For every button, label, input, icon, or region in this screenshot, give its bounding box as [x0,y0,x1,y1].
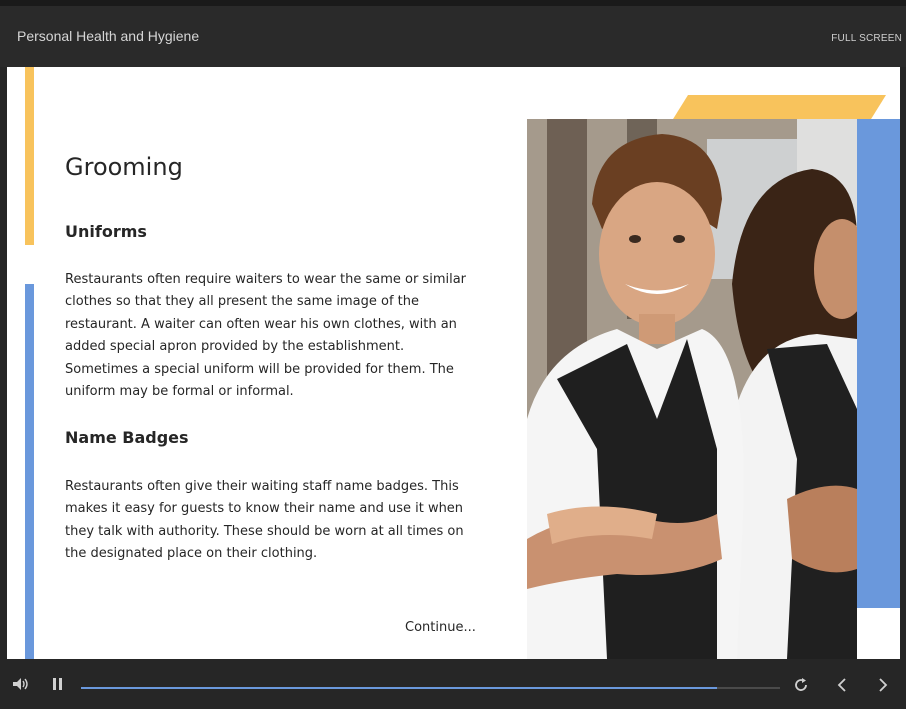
replay-icon[interactable] [793,677,809,698]
accent-bar-blue [25,284,34,659]
slide-heading: Grooming [65,153,183,181]
continue-button[interactable]: Continue... [405,620,476,635]
accent-bar-yellow [25,67,34,245]
progress-fill [81,687,718,689]
waiters-photo [527,119,857,659]
course-title: Personal Health and Hygiene [17,28,200,44]
section-body-name-badges: Restaurants often give their waiting sta… [65,479,464,562]
section-title-uniforms: Uniforms [65,222,147,241]
progress-track[interactable] [81,687,780,689]
course-player: Personal Health and Hygiene FULL SCREEN … [0,0,906,709]
title-bar: Personal Health and Hygiene FULL SCREEN [0,0,906,67]
pause-icon[interactable] [52,677,64,696]
chevron-left-icon[interactable] [835,677,849,698]
section-body-uniforms: Restaurants often require waiters to wea… [65,272,467,400]
volume-icon[interactable] [12,677,30,696]
fullscreen-button[interactable]: FULL SCREEN [831,33,902,44]
section-title-name-badges: Name Badges [65,428,189,447]
player-controls [0,659,906,709]
slide-canvas: Grooming Uniforms Restaurants often requ… [7,67,900,659]
chevron-right-icon[interactable] [876,677,890,698]
decor-blue-block [856,119,900,608]
